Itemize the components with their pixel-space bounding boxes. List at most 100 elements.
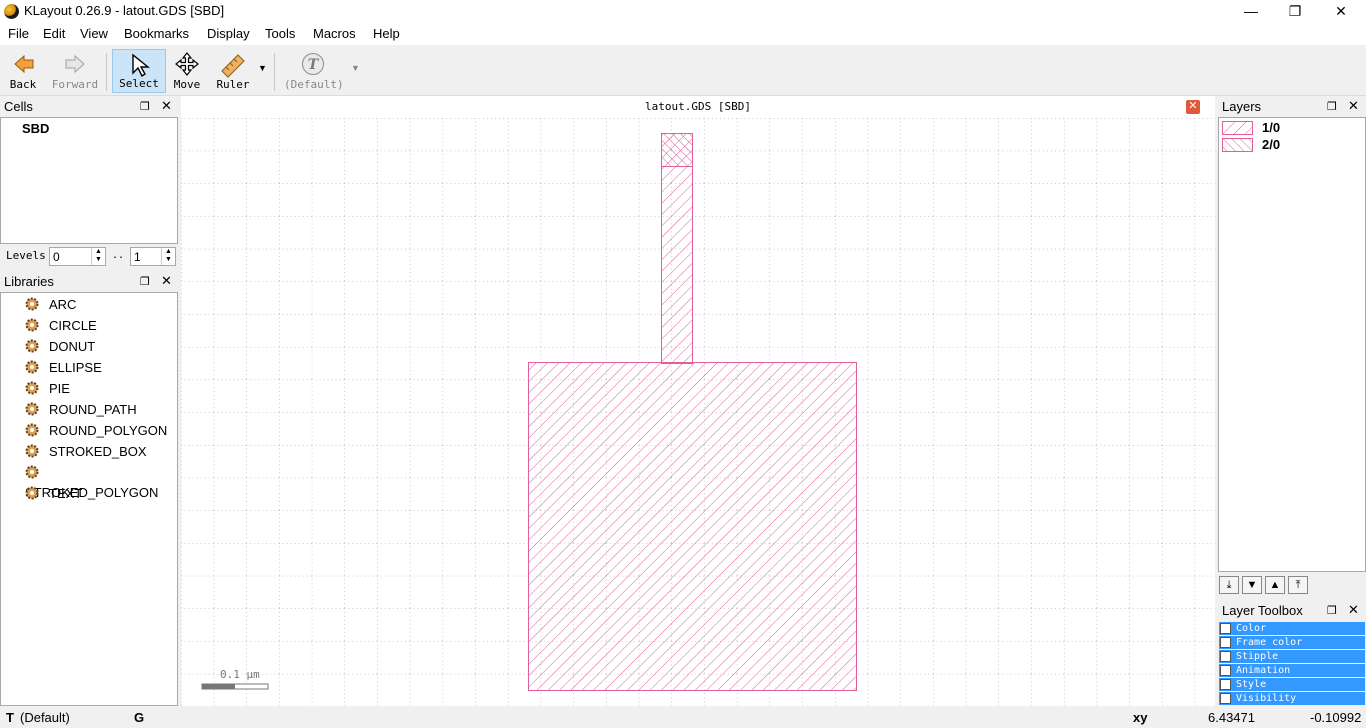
klayout-app-icon	[4, 4, 19, 19]
toolbox-expand-checkbox[interactable]	[1220, 665, 1231, 676]
layout-canvas[interactable]: latout.GDS [SBD] ✕ 0.1 µm	[181, 96, 1215, 708]
layer-toolbox-close-icon[interactable]: ✕	[1348, 602, 1359, 618]
forward-label: Forward	[51, 78, 99, 91]
library-gear-icon	[25, 444, 39, 458]
libraries-close-icon[interactable]: ✕	[161, 273, 172, 289]
maximize-button[interactable]: ❐	[1272, 0, 1318, 23]
ruler-button[interactable]: Ruler	[212, 49, 254, 93]
layer-toolbox-float-icon[interactable]: ❐	[1327, 604, 1337, 617]
ruler-label: Ruler	[216, 78, 250, 91]
layer-toolbox-item[interactable]: Stipple	[1219, 650, 1365, 663]
window-title: KLayout 0.26.9 - latout.GDS [SBD]	[24, 3, 225, 18]
forward-arrow-icon	[65, 54, 85, 74]
toolbox-expand-checkbox[interactable]	[1220, 693, 1231, 704]
menu-edit[interactable]: Edit	[43, 26, 65, 41]
layers-list	[1218, 117, 1366, 572]
layer-2-swatch	[1222, 138, 1253, 152]
toolbox-item-label: Stipple	[1236, 651, 1279, 662]
back-button[interactable]: Back	[4, 49, 42, 93]
move-layer-top-icon[interactable]: ⤒	[1288, 576, 1308, 594]
menu-bar: File Edit View Bookmarks Display Tools M…	[0, 23, 1366, 45]
library-gear-icon	[25, 381, 39, 395]
library-item-label: ARC	[49, 297, 77, 312]
default-dropdown-icon[interactable]: ▼	[351, 63, 360, 73]
layout-view[interactable]: 0.1 µm	[181, 118, 1215, 708]
back-arrow-icon	[14, 54, 34, 74]
level-to-value: 1	[134, 250, 141, 264]
layers-close-icon[interactable]: ✕	[1348, 98, 1359, 114]
svg-text:T: T	[308, 57, 320, 73]
libraries-float-icon[interactable]: ❐	[140, 275, 150, 288]
toolbox-item-label: Frame color	[1236, 637, 1303, 648]
toolbox-item-label: Style	[1236, 679, 1267, 690]
cells-close-icon[interactable]: ✕	[161, 98, 172, 114]
layer-1-pad-shape[interactable]	[528, 362, 857, 691]
cells-float-icon[interactable]: ❐	[140, 100, 150, 113]
menu-display[interactable]: Display	[207, 26, 250, 41]
cells-tree: SBD	[0, 117, 178, 244]
canvas-close-icon[interactable]: ✕	[1186, 100, 1200, 114]
library-item[interactable]: STROKED_BOX	[25, 442, 147, 462]
menu-bookmarks[interactable]: Bookmarks	[124, 26, 189, 41]
default-button[interactable]: T (Default)	[284, 49, 344, 93]
layer-toolbox-item[interactable]: Animation	[1219, 664, 1365, 677]
toolbox-expand-checkbox[interactable]	[1220, 623, 1231, 634]
cell-item-sbd[interactable]: SBD	[22, 121, 49, 136]
menu-view[interactable]: View	[80, 26, 108, 41]
library-gear-icon	[25, 360, 39, 374]
library-item[interactable]: STROKED_POLYGON	[25, 463, 177, 500]
layer-label: 1/0	[1262, 120, 1281, 135]
library-item[interactable]: DONUT	[25, 337, 95, 357]
layer-toolbox-item[interactable]: Visibility	[1219, 692, 1365, 705]
library-item[interactable]: ARC	[25, 295, 76, 315]
layer-1-finger-shape[interactable]	[661, 166, 693, 364]
libraries-dock-header: Libraries ❐ ✕	[0, 272, 180, 292]
default-label: (Default)	[284, 78, 344, 91]
minimize-button[interactable]: —	[1228, 0, 1274, 23]
move-button[interactable]: Move	[168, 49, 206, 93]
move-layer-up-icon[interactable]: ▲	[1265, 576, 1285, 594]
toolbox-expand-checkbox[interactable]	[1220, 651, 1231, 662]
menu-help[interactable]: Help	[373, 26, 400, 41]
select-button[interactable]: Select	[112, 49, 166, 93]
spin-arrows-icon[interactable]: ▲ ▼	[161, 248, 175, 265]
library-item[interactable]: ELLIPSE	[25, 358, 102, 378]
library-item[interactable]: PIE	[25, 379, 70, 399]
forward-button[interactable]: Forward	[50, 49, 100, 93]
toolbox-expand-checkbox[interactable]	[1220, 679, 1231, 690]
library-item[interactable]: ROUND_PATH	[25, 400, 137, 420]
libraries-list: ARC CIRCLE DONUT ELLIPSE PIE ROUND_PATH ROUND_…	[0, 292, 178, 706]
library-item-label: DONUT	[49, 339, 96, 354]
toolbox-item-label: Animation	[1236, 665, 1291, 676]
library-item-label: ROUND_PATH	[49, 402, 137, 417]
layer-label: 2/0	[1262, 137, 1281, 152]
menu-tools[interactable]: Tools	[265, 26, 295, 41]
back-label: Back	[9, 78, 37, 91]
move-layer-down-icon[interactable]: ▼	[1242, 576, 1262, 594]
library-item-label: TEXT	[49, 486, 83, 501]
toolbar-separator	[274, 53, 275, 91]
menu-file[interactable]: File	[8, 26, 29, 41]
layer-2-contact-shape-b[interactable]	[661, 133, 693, 167]
layers-float-icon[interactable]: ❐	[1327, 100, 1337, 113]
toolbox-expand-checkbox[interactable]	[1220, 637, 1231, 648]
library-item[interactable]: ROUND_POLYGON	[25, 421, 167, 441]
menu-macros[interactable]: Macros	[313, 26, 356, 41]
library-item[interactable]: CIRCLE	[25, 316, 97, 336]
move-layer-bottom-icon[interactable]: ⤓	[1219, 576, 1239, 594]
spin-arrows-icon[interactable]: ▲ ▼	[91, 248, 105, 265]
scale-bar-label: 0.1 µm	[220, 668, 260, 681]
level-from-spinbox[interactable]: 0 ▲ ▼	[49, 247, 106, 266]
layer-toolbox-item[interactable]: Color	[1219, 622, 1365, 635]
library-item[interactable]: TEXT	[25, 484, 82, 504]
layers-dock-header: Layers ❐ ✕	[1218, 97, 1366, 117]
layers-title: Layers	[1218, 97, 1366, 117]
toolbar-separator	[106, 53, 107, 91]
libraries-title: Libraries	[0, 272, 180, 292]
layer-toolbox-item[interactable]: Frame color	[1219, 636, 1365, 649]
ruler-dropdown-icon[interactable]: ▼	[258, 63, 267, 73]
level-to-spinbox[interactable]: 1 ▲ ▼	[130, 247, 176, 266]
ruler-icon	[221, 54, 245, 78]
layer-toolbox-item[interactable]: Style	[1219, 678, 1365, 691]
close-window-button[interactable]: ✕	[1318, 0, 1364, 23]
